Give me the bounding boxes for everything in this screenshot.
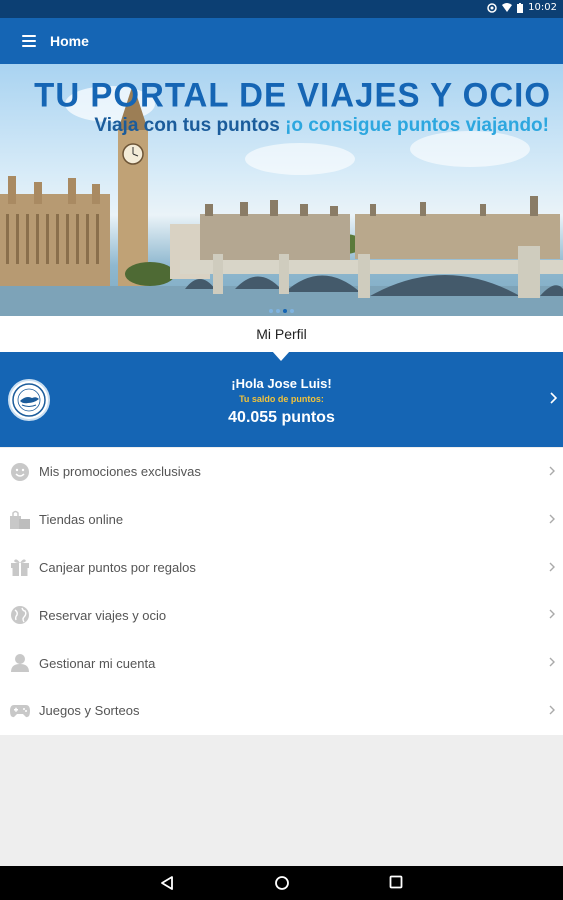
- menu-item-reservar[interactable]: Reservar viajes y ocio: [0, 591, 563, 639]
- promo-banner[interactable]: TU PORTAL DE VIAJES Y OCIO Viaja con tus…: [0, 64, 563, 316]
- hamburger-menu-icon[interactable]: [22, 35, 36, 47]
- chevron-right-icon: [549, 514, 555, 524]
- carousel-indicator: [0, 309, 563, 313]
- menu-item-label: Gestionar mi cuenta: [39, 655, 156, 671]
- wifi-icon: [502, 3, 513, 12]
- menu-item-label: Juegos y Sorteos: [39, 703, 140, 719]
- menu-item-label: Mis promociones exclusivas: [39, 464, 201, 480]
- tab-pointer: [272, 351, 290, 361]
- shopping-bags-icon: [9, 509, 31, 531]
- carousel-dot[interactable]: [290, 309, 294, 313]
- menu-item-canjear[interactable]: Canjear puntos por regalos: [0, 544, 563, 592]
- carousel-dot[interactable]: [283, 309, 287, 313]
- user-greeting: ¡Hola Jose Luis!: [231, 376, 332, 391]
- chevron-right-icon: [549, 466, 555, 476]
- menu-item-promociones[interactable]: Mis promociones exclusivas: [0, 448, 563, 496]
- menu-item-cuenta[interactable]: Gestionar mi cuenta: [0, 639, 563, 687]
- chevron-right-icon: [549, 657, 555, 667]
- globe-icon: [9, 604, 31, 626]
- profile-card[interactable]: ¡Hola Jose Luis! Tu saldo de puntos: 40.…: [0, 351, 563, 447]
- gamepad-icon: [9, 700, 31, 722]
- chevron-right-icon: [549, 705, 555, 715]
- points-balance: 40.055 puntos: [228, 409, 335, 426]
- back-icon[interactable]: [160, 875, 174, 891]
- status-bar: 10:02: [0, 0, 563, 18]
- menu-item-label: Tiendas online: [39, 512, 124, 528]
- chevron-right-icon: [549, 609, 555, 619]
- menu-item-label: Canjear puntos por regalos: [39, 559, 196, 575]
- menu-item-label: Reservar viajes y ocio: [39, 607, 167, 623]
- status-time: 10:02: [528, 2, 557, 13]
- chevron-right-icon: [549, 562, 555, 572]
- system-nav-bar: [0, 866, 563, 900]
- profile-tab-label: Mi Perfil: [256, 326, 307, 342]
- profile-tab[interactable]: Mi Perfil: [0, 316, 563, 352]
- battery-icon: [517, 2, 524, 13]
- banner-subtitle: Viaja con tus puntos ¡o consigue puntos …: [94, 115, 549, 137]
- app-bar: Home: [0, 18, 563, 64]
- carousel-dot[interactable]: [276, 309, 280, 313]
- user-icon: [9, 652, 31, 674]
- carousel-dot[interactable]: [269, 309, 273, 313]
- banner-subtitle-part1: Viaja con tus puntos: [94, 115, 286, 136]
- main-menu-list: Mis promociones exclusivas Tiendas onlin…: [0, 448, 563, 735]
- banner-title: TU PORTAL DE VIAJES Y OCIO: [34, 75, 551, 114]
- home-icon[interactable]: [274, 875, 290, 891]
- banner-subtitle-part2: ¡o consigue puntos viajando!: [285, 115, 549, 136]
- menu-item-tiendas[interactable]: Tiendas online: [0, 496, 563, 544]
- balance-label: Tu saldo de puntos:: [239, 394, 324, 404]
- app-title: Home: [50, 33, 89, 49]
- chevron-right-icon: [550, 392, 557, 404]
- recent-apps-icon[interactable]: [389, 875, 403, 889]
- menu-item-juegos[interactable]: Juegos y Sorteos: [0, 687, 563, 735]
- gift-icon: [9, 556, 31, 578]
- smiley-icon: [9, 461, 31, 483]
- data-saver-icon: [487, 2, 497, 13]
